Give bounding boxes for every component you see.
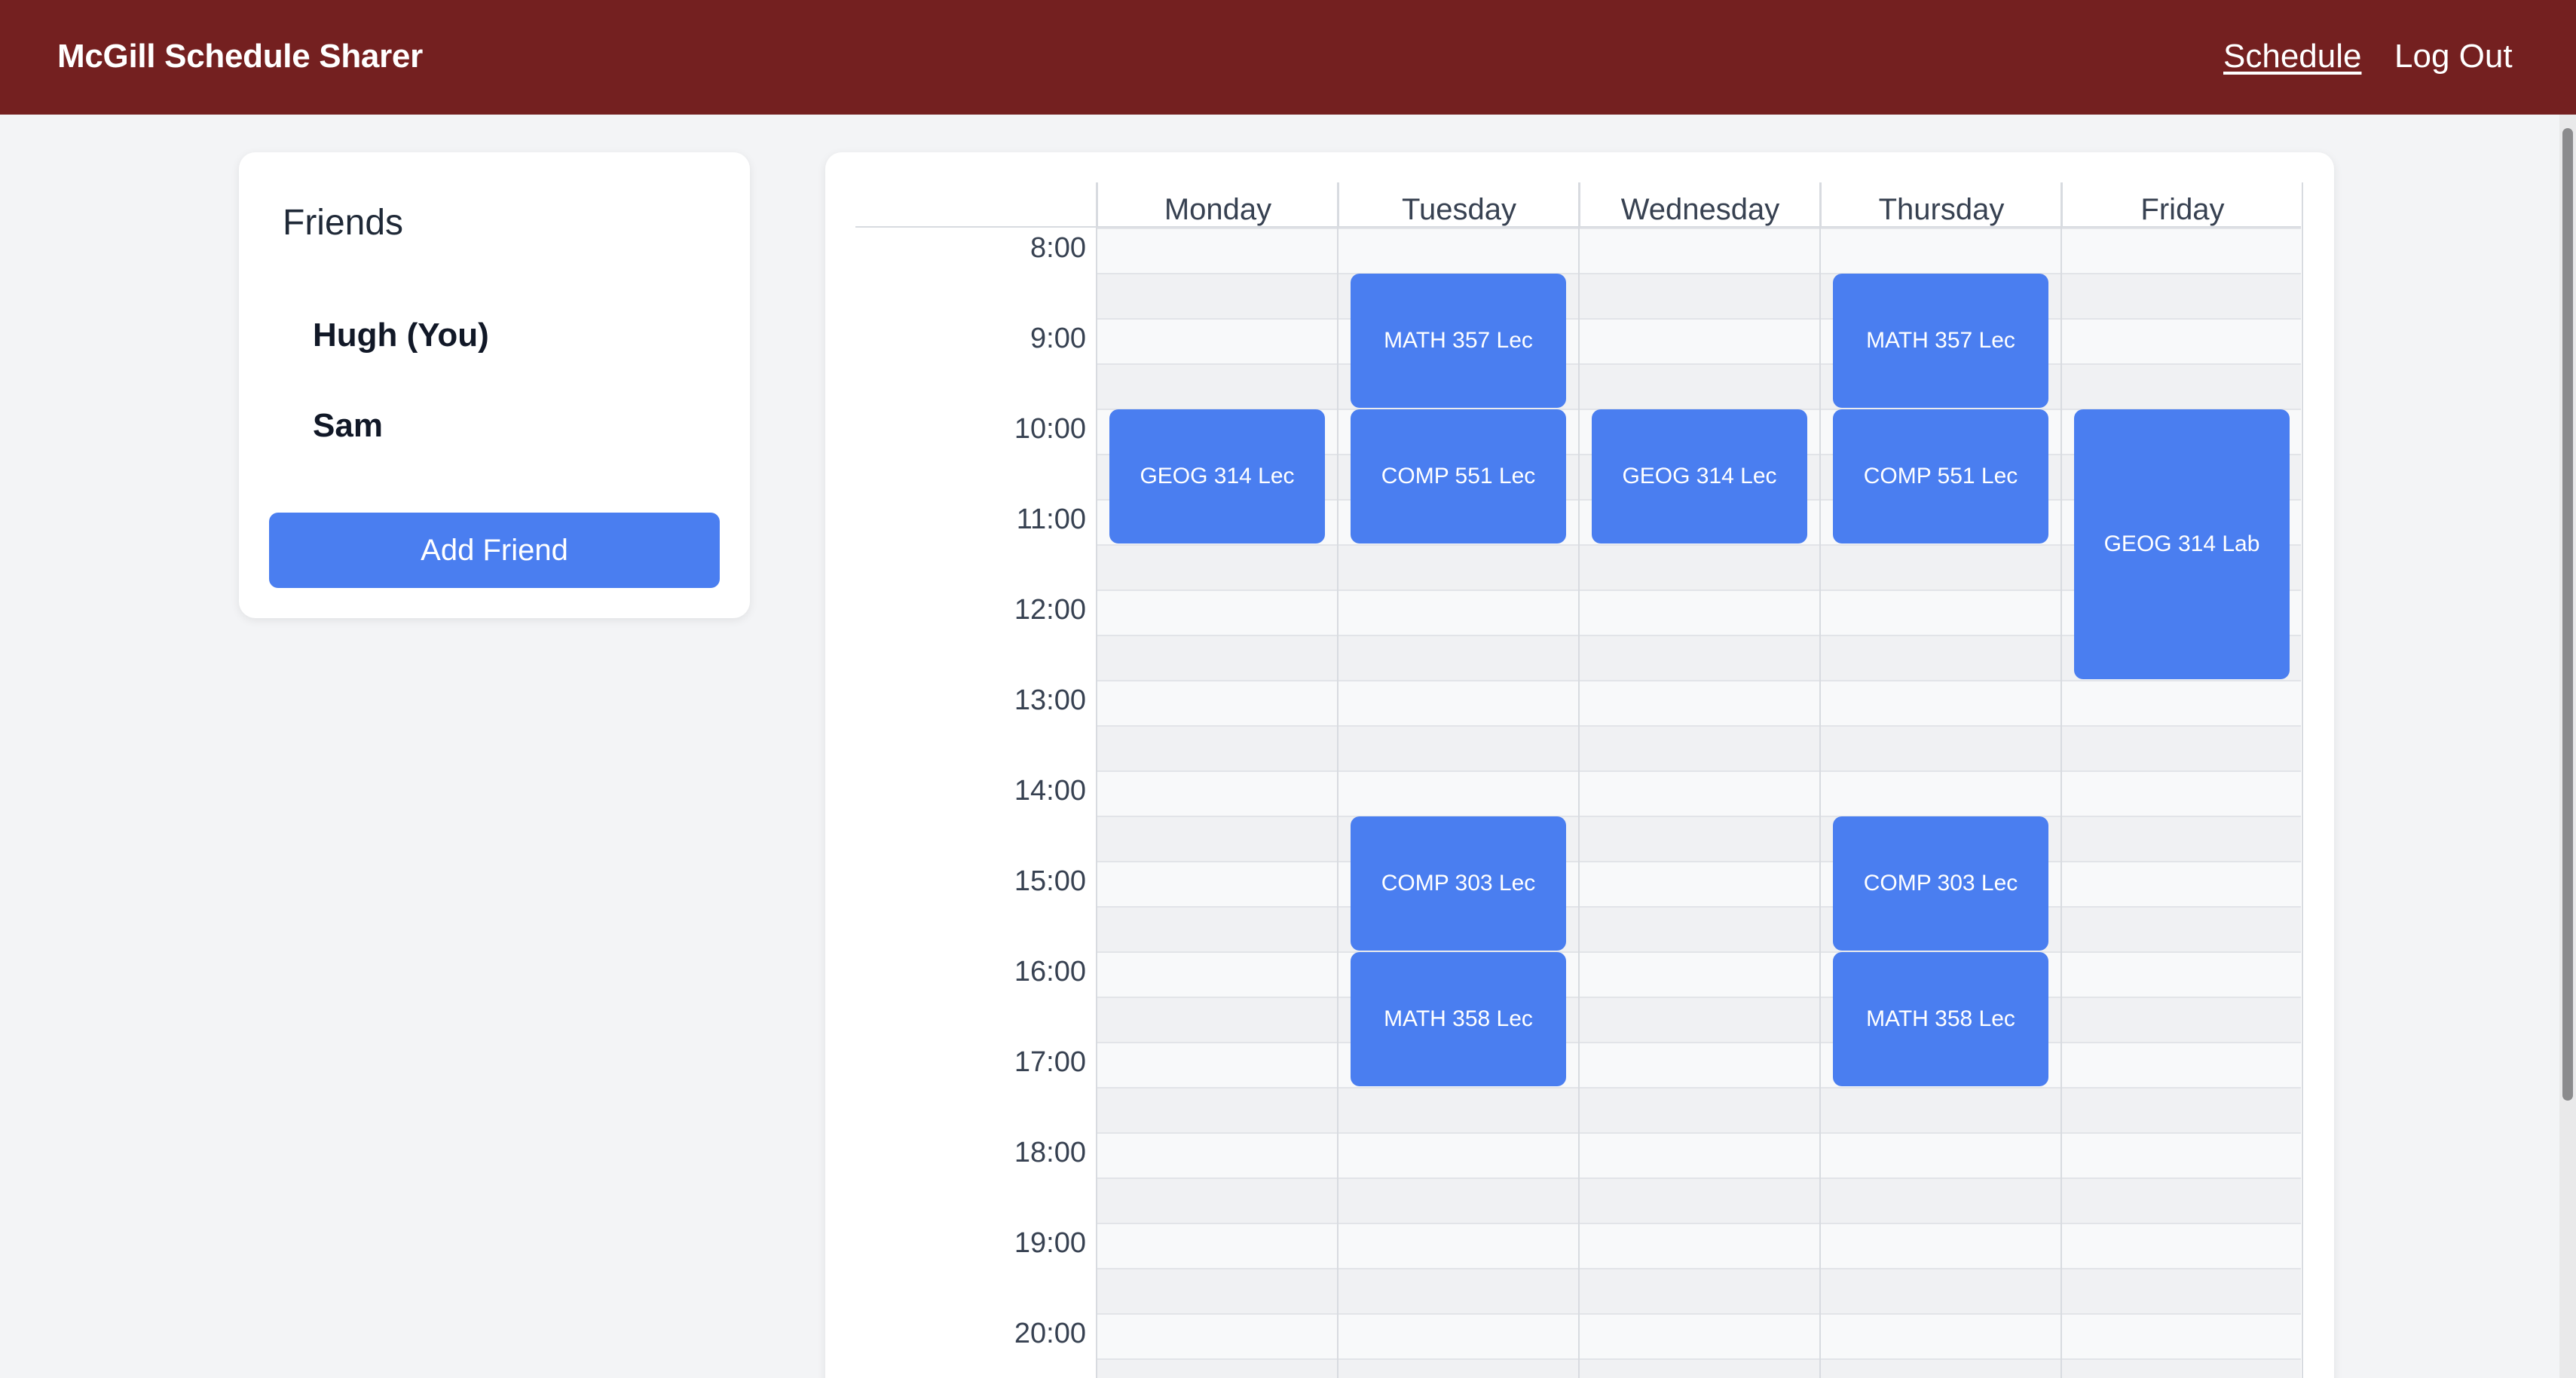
day-header-monday: Monday: [1097, 182, 1338, 228]
grid-row: [1097, 816, 2301, 861]
friend-item-hugh[interactable]: Hugh (You): [313, 317, 489, 354]
grid-column-line: [2302, 182, 2303, 1378]
grid-row: [1097, 1313, 2301, 1358]
time-label-13: 13:00: [1014, 684, 1086, 716]
time-label-14: 14:00: [1014, 775, 1086, 807]
grid-row: [1097, 1087, 2301, 1132]
friends-panel: Friends Hugh (You) Sam Add Friend: [239, 152, 750, 618]
friends-title: Friends: [283, 203, 404, 243]
course-event[interactable]: MATH 358 Lec: [1351, 952, 1566, 1086]
grid-row: [1097, 906, 2301, 951]
time-label-15: 15:00: [1014, 865, 1086, 897]
time-label-16: 16:00: [1014, 956, 1086, 988]
schedule-panel: Monday Tuesday Wednesday Thursday Friday…: [825, 152, 2334, 1378]
course-event[interactable]: COMP 551 Lec: [1351, 409, 1566, 544]
grid-row: [1097, 951, 2301, 997]
grid-row: [1097, 1132, 2301, 1177]
time-label-10: 10:00: [1014, 413, 1086, 445]
grid-row: [1097, 363, 2301, 409]
grid-row: [1097, 1223, 2301, 1268]
app-window: McGill Schedule Sharer Schedule Log Out …: [0, 0, 2576, 1378]
nav-logout-link[interactable]: Log Out: [2394, 38, 2513, 75]
top-navigation-bar: McGill Schedule Sharer Schedule Log Out: [0, 0, 2576, 115]
schedule-grid: Monday Tuesday Wednesday Thursday Friday…: [855, 182, 2303, 1378]
course-event[interactable]: MATH 358 Lec: [1833, 952, 2048, 1086]
course-event[interactable]: GEOG 314 Lab: [2074, 409, 2290, 679]
grid-column-line: [1578, 182, 1580, 1378]
time-label-19: 19:00: [1014, 1227, 1086, 1259]
day-header-wednesday: Wednesday: [1579, 182, 1820, 228]
nav-schedule-link[interactable]: Schedule: [2223, 38, 2361, 75]
grid-row: [1097, 680, 2301, 725]
grid-row: [1097, 1042, 2301, 1087]
time-label-12: 12:00: [1014, 594, 1086, 626]
course-event[interactable]: MATH 357 Lec: [1833, 274, 2048, 408]
grid-row: [1097, 861, 2301, 906]
time-label-20: 20:00: [1014, 1318, 1086, 1349]
grid-column-line: [2060, 182, 2062, 1378]
grid-column-line: [1819, 182, 1821, 1378]
grid-column-line: [1337, 182, 1338, 1378]
add-friend-button[interactable]: Add Friend: [269, 513, 720, 588]
grid-row: [1097, 770, 2301, 816]
time-label-11: 11:00: [1016, 504, 1086, 535]
grid-row: [1097, 1358, 2301, 1378]
grid-row: [1097, 318, 2301, 363]
grid-row: [1097, 1177, 2301, 1223]
course-event[interactable]: GEOG 314 Lec: [1109, 409, 1325, 544]
time-label-17: 17:00: [1014, 1046, 1086, 1078]
grid-row: [1097, 228, 2301, 273]
course-event[interactable]: MATH 357 Lec: [1351, 274, 1566, 408]
course-event[interactable]: COMP 551 Lec: [1833, 409, 2048, 544]
friend-item-sam[interactable]: Sam: [313, 407, 383, 445]
time-label-8: 8:00: [1030, 232, 1086, 264]
grid-row: [1097, 1268, 2301, 1313]
grid-row: [1097, 725, 2301, 770]
time-label-9: 9:00: [1030, 323, 1086, 354]
course-event[interactable]: COMP 303 Lec: [1833, 816, 2048, 951]
grid-row: [1097, 273, 2301, 318]
grid-column-line: [1096, 182, 1097, 1378]
grid-row: [1097, 997, 2301, 1042]
page-scrollbar-thumb[interactable]: [2562, 128, 2573, 1101]
day-header-friday: Friday: [2061, 182, 2302, 228]
day-header-thursday: Thursday: [1820, 182, 2061, 228]
course-event[interactable]: GEOG 314 Lec: [1592, 409, 1807, 544]
app-brand[interactable]: McGill Schedule Sharer: [57, 38, 423, 75]
time-label-18: 18:00: [1014, 1137, 1086, 1168]
course-event[interactable]: COMP 303 Lec: [1351, 816, 1566, 951]
day-header-tuesday: Tuesday: [1338, 182, 1579, 228]
